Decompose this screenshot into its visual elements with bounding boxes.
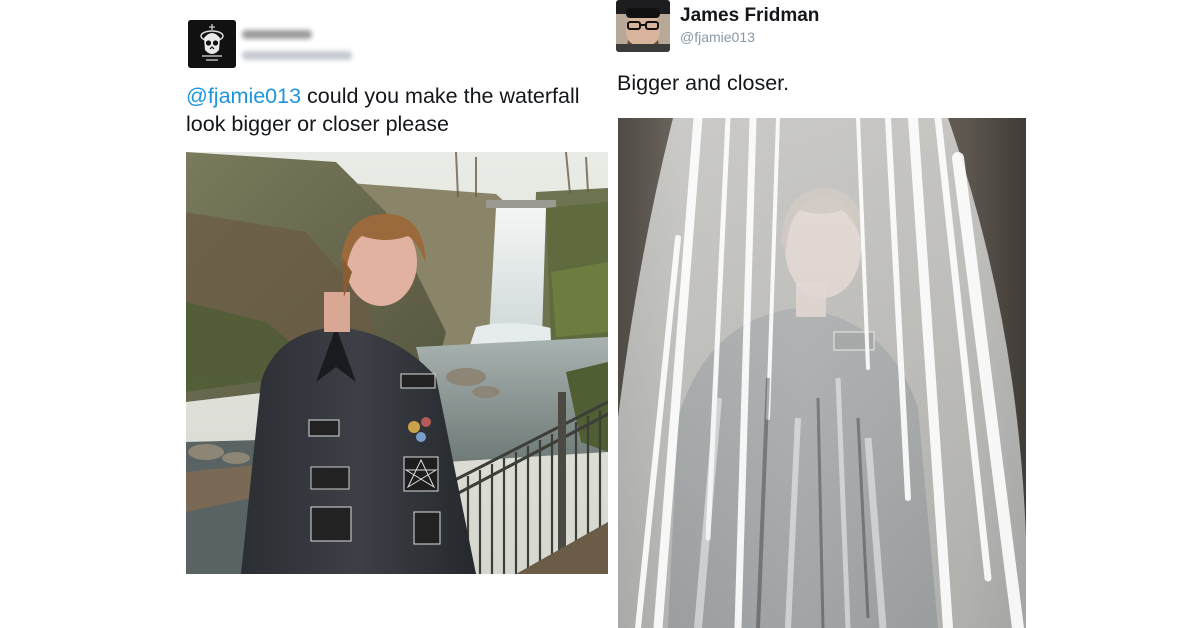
display-name[interactable]: James Fridman [680, 5, 819, 27]
redacted-handle [242, 51, 352, 60]
skull-avatar-icon[interactable] [188, 20, 236, 68]
right-tweet: James Fridman @fjamie013 Bigger and clos… [614, 0, 1044, 628]
tweet-text: @fjamie013 could you make the waterfall … [186, 82, 610, 138]
tweet-text: Bigger and closer. [617, 71, 790, 95]
person-with-waterfall-photo[interactable] [186, 152, 608, 574]
mention-link[interactable]: @fjamie013 [186, 84, 301, 108]
man-with-glasses-avatar[interactable] [616, 0, 670, 52]
redacted-display-name [242, 30, 312, 39]
user-handle[interactable]: @fjamie013 [680, 29, 755, 45]
person-under-waterfall-photo[interactable] [618, 118, 1026, 628]
